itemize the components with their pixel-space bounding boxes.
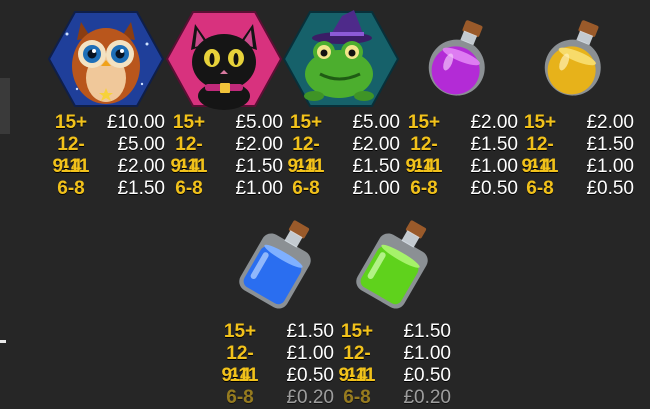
amount: £0.20	[286, 387, 334, 408]
amount: £1.00	[470, 156, 518, 177]
left-panel-edge	[0, 78, 10, 134]
count: 9-11	[405, 156, 443, 177]
pay-row: 6-8 £1.00	[282, 178, 400, 200]
pay-row: 15+ £1.50	[216, 321, 334, 343]
pay-row: 9-11 £0.50	[216, 365, 335, 387]
pay-row: 15+ £5.00	[282, 112, 400, 134]
count: 6-8	[57, 178, 85, 199]
count: 15+	[172, 112, 206, 133]
amount: £5.00	[235, 112, 283, 133]
pay-row: 9-11 £1.00	[516, 156, 635, 178]
pay-row: 12-14 £1.00	[333, 343, 451, 386]
pay-row: 6-8 £0.20	[333, 387, 451, 409]
amount: £1.00	[286, 343, 334, 364]
purple-potion-icon	[400, 4, 518, 114]
count: 15+	[289, 112, 323, 133]
amount: £5.00	[117, 134, 165, 155]
pay-row: 15+ £10.00	[47, 112, 165, 134]
blue-potion-icon	[216, 213, 334, 323]
gold-potion-icon	[516, 4, 634, 114]
pay-row: 12-14 £2.00	[165, 134, 283, 177]
count: 6-8	[343, 387, 371, 408]
amount: £2.00	[352, 134, 400, 155]
amount: £1.50	[586, 134, 634, 155]
count: 9-11	[287, 156, 325, 177]
count: 15+	[407, 112, 441, 133]
count: 9-11	[221, 365, 259, 386]
amount: £1.00	[352, 178, 400, 199]
pay-row: 9-11 £1.00	[400, 156, 519, 178]
pay-row: 6-8 £1.50	[47, 178, 165, 200]
pay-row: 15+ £1.50	[333, 321, 451, 343]
count: 15+	[523, 112, 557, 133]
pay-row: 12-14 £1.50	[516, 134, 634, 177]
black-cat-icon	[165, 4, 283, 114]
left-panel-marker	[0, 340, 6, 343]
pay-row: 12-14 £5.00	[47, 134, 165, 177]
amount: £1.00	[235, 178, 283, 199]
amount: £2.00	[470, 112, 518, 133]
black-cat-pays: 15+ £5.00 12-14 £2.00 9-11 £1.50 6-8 £1.00	[165, 112, 284, 200]
amount: £2.00	[235, 134, 283, 155]
pay-row: 15+ £2.00	[400, 112, 518, 134]
amount: £1.50	[403, 321, 451, 342]
witch-frog-pays: 15+ £5.00 12-14 £2.00 9-11 £1.50 6-8 £1.00	[282, 112, 401, 200]
amount: £5.00	[352, 112, 400, 133]
green-potion-pays: 15+ £1.50 12-14 £1.00 9-11 £0.50 6-8 £0.20	[333, 321, 452, 409]
gold-potion-pays: 15+ £2.00 12-14 £1.50 9-11 £1.00 6-8 £0.50	[516, 112, 635, 200]
witch-frog-icon	[282, 4, 400, 114]
amount: £0.50	[586, 178, 634, 199]
count: 6-8	[292, 178, 320, 199]
pay-row: 6-8 £0.50	[516, 178, 634, 200]
blue-potion-pays: 15+ £1.50 12-14 £1.00 9-11 £0.50 6-8 £0.20	[216, 321, 335, 409]
pay-row: 12-14 £1.50	[400, 134, 518, 177]
pay-row: 6-8 £0.20	[216, 387, 334, 409]
amount: £1.50	[470, 134, 518, 155]
pay-row: 12-14 £2.00	[282, 134, 400, 177]
amount: £1.50	[352, 156, 400, 177]
amount: £1.50	[235, 156, 283, 177]
count: 6-8	[526, 178, 554, 199]
purple-potion-pays: 15+ £2.00 12-14 £1.50 9-11 £1.00 6-8 £0.50	[400, 112, 519, 200]
amount: £0.20	[403, 387, 451, 408]
amount: £1.00	[586, 156, 634, 177]
pay-row: 6-8 £1.00	[165, 178, 283, 200]
amount: £1.50	[286, 321, 334, 342]
pay-row: 9-11 £2.00	[47, 156, 166, 178]
pay-row: 9-11 £1.50	[165, 156, 284, 178]
pay-row: 12-14 £1.00	[216, 343, 334, 386]
amount: £0.50	[286, 365, 334, 386]
amount: £2.00	[586, 112, 634, 133]
pay-row: 15+ £2.00	[516, 112, 634, 134]
count: 9-11	[52, 156, 90, 177]
count: 15+	[54, 112, 88, 133]
pay-row: 15+ £5.00	[165, 112, 283, 134]
count: 9-11	[338, 365, 376, 386]
owl-icon	[47, 4, 165, 114]
amount: £0.50	[470, 178, 518, 199]
green-potion-icon	[333, 213, 451, 323]
amount: £1.00	[403, 343, 451, 364]
count: 6-8	[226, 387, 254, 408]
owl-pays: 15+ £10.00 12-14 £5.00 9-11 £2.00 6-8 £1.50	[47, 112, 166, 200]
pay-row: 9-11 £0.50	[333, 365, 452, 387]
pay-row: 9-11 £1.50	[282, 156, 401, 178]
amount: £0.50	[403, 365, 451, 386]
count: 15+	[223, 321, 257, 342]
amount: £1.50	[117, 178, 165, 199]
count: 6-8	[410, 178, 438, 199]
amount: £2.00	[117, 156, 165, 177]
pay-row: 6-8 £0.50	[400, 178, 518, 200]
count: 9-11	[170, 156, 208, 177]
count: 15+	[340, 321, 374, 342]
count: 9-11	[521, 156, 559, 177]
amount: £10.00	[106, 112, 165, 133]
count: 6-8	[175, 178, 203, 199]
